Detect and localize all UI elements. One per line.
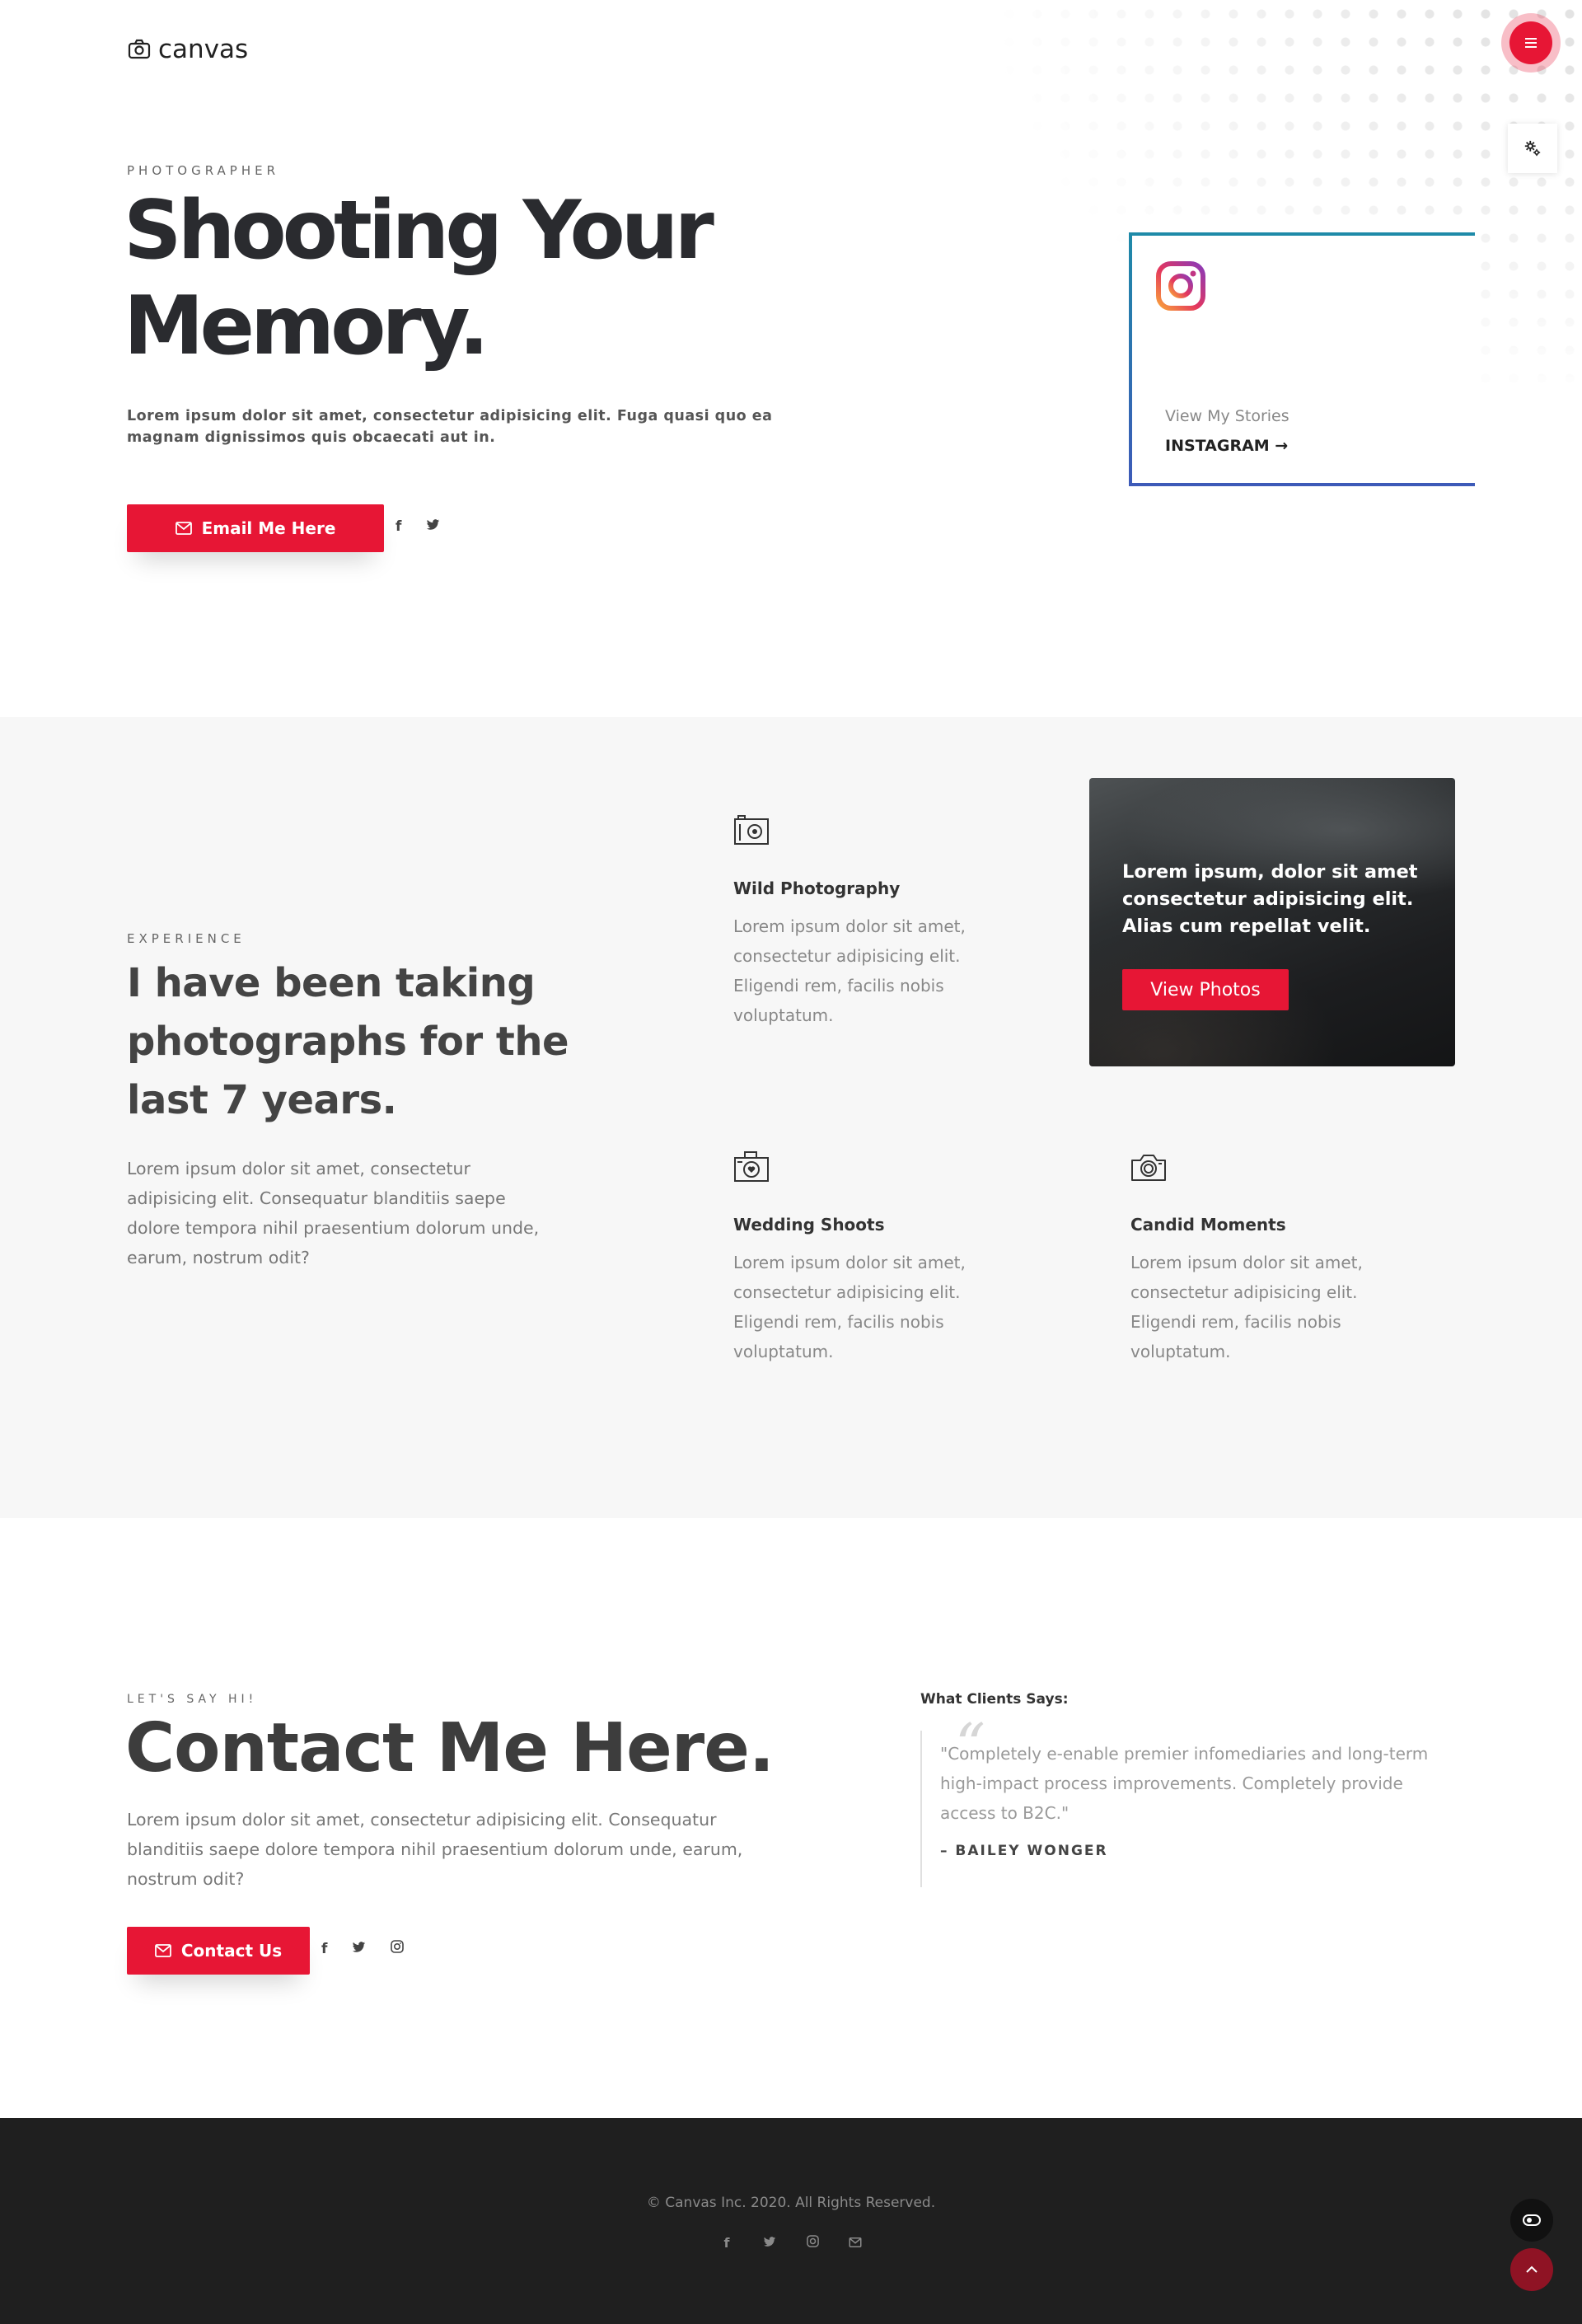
testimonial-author: – BAILEY WONGER [940, 1843, 1108, 1859]
hero-title-line1: Shooting Your [124, 184, 714, 278]
email-me-label: Email Me Here [201, 518, 336, 538]
contact-us-label: Contact Us [180, 1941, 283, 1961]
feature-title: Wild Photography [733, 879, 901, 898]
copyright: © Canvas Inc. 2020. All Rights Reserved. [646, 2195, 936, 2211]
feature-text: Lorem ipsum dolor sit amet, consectetur … [733, 916, 966, 1025]
camera-icon [734, 815, 769, 845]
hero-description: Lorem ipsum dolor sit amet, consectetur … [127, 408, 773, 446]
contact-title: Contact Me Here. [125, 1709, 775, 1788]
twitter-icon[interactable] [426, 518, 440, 535]
testimonial-quote: "Completely e-enable premier infomediari… [940, 1744, 1429, 1823]
email-me-button[interactable]: Email Me Here [127, 504, 384, 552]
menu-button[interactable] [1501, 13, 1561, 73]
facebook-icon[interactable]: f [396, 518, 401, 535]
experience-description: Lorem ipsum dolor sit amet, consectetur … [127, 1159, 540, 1267]
hero-social-links: f [396, 518, 440, 535]
settings-button[interactable] [1508, 124, 1557, 173]
hero-title-line2: Memory. [124, 279, 489, 373]
toggle-icon [1523, 2214, 1541, 2226]
contact-description: Lorem ipsum dolor sit amet, consectetur … [127, 1810, 743, 1889]
feature-wild-photography: Wild Photography Lorem ipsum dolor sit a… [733, 814, 981, 1030]
facebook-icon[interactable]: f [321, 1941, 327, 1957]
experience-title: I have been taking photographs for the l… [127, 960, 569, 1123]
envelope-icon [175, 522, 192, 535]
chevron-up-icon [1526, 2265, 1538, 2273]
scroll-to-top-button[interactable] [1510, 2248, 1553, 2291]
brand-name: canvas [158, 35, 249, 64]
contact-social-links: f [321, 1940, 405, 1957]
feature-text: Lorem ipsum dolor sit amet, consectetur … [733, 1253, 966, 1361]
hamburger-icon [1525, 38, 1537, 48]
photo-card-text: Lorem ipsum, dolor sit amet consectetur … [1122, 861, 1418, 937]
camera-heart-icon [734, 1151, 769, 1182]
logo[interactable]: canvas [127, 35, 248, 64]
contact-eyebrow: LET'S SAY HI! [127, 1693, 258, 1706]
gear-icon [1524, 140, 1541, 157]
email-icon[interactable] [847, 2235, 864, 2251]
camera-lens-icon [1131, 1155, 1166, 1181]
contact-section: LET'S SAY HI! Contact Me Here. Lorem ips… [0, 1518, 1582, 2118]
experience-section: EXPERIENCE I have been taking photograph… [0, 717, 1582, 1518]
experience-eyebrow: EXPERIENCE [127, 931, 246, 946]
feature-title: Candid Moments [1130, 1215, 1286, 1235]
twitter-icon[interactable] [761, 2235, 778, 2251]
view-photos-button[interactable]: View Photos [1122, 969, 1289, 1010]
hero-title: Shooting Your Memory. [124, 183, 783, 374]
camera-icon [128, 39, 151, 59]
footer: © Canvas Inc. 2020. All Rights Reserved.… [0, 2118, 1582, 2324]
testimonial-heading: What Clients Says: [920, 1691, 1069, 1708]
testimonial: “ "Completely e-enable premier infomedia… [920, 1711, 1448, 1887]
footer-social-links: f [0, 2235, 1582, 2251]
photo-card: Lorem ipsum, dolor sit amet consectetur … [1089, 778, 1455, 1066]
dark-mode-toggle[interactable] [1510, 2199, 1553, 2242]
feature-wedding-shoots: Wedding Shoots Lorem ipsum dolor sit ame… [733, 1150, 981, 1366]
instagram-card[interactable]: View My Stories INSTAGRAM → [1129, 232, 1475, 486]
contact-us-button[interactable]: Contact Us [127, 1927, 310, 1975]
instagram-icon [1156, 261, 1205, 311]
instagram-icon[interactable] [804, 2235, 821, 2251]
facebook-icon[interactable]: f [718, 2235, 735, 2251]
instagram-caption: View My Stories [1165, 407, 1289, 425]
instagram-icon[interactable] [391, 1940, 405, 1957]
instagram-link[interactable]: INSTAGRAM → [1165, 437, 1288, 455]
feature-text: Lorem ipsum dolor sit amet, consectetur … [1130, 1253, 1363, 1361]
feature-candid-moments: Candid Moments Lorem ipsum dolor sit ame… [1130, 1150, 1378, 1366]
hero-section: canvas PHOTOGRAPHER Shooting Your Memory… [0, 0, 1582, 717]
envelope-icon [154, 1944, 171, 1957]
feature-title: Wedding Shoots [733, 1215, 885, 1235]
twitter-icon[interactable] [352, 1941, 366, 1957]
hero-eyebrow: PHOTOGRAPHER [127, 163, 280, 178]
